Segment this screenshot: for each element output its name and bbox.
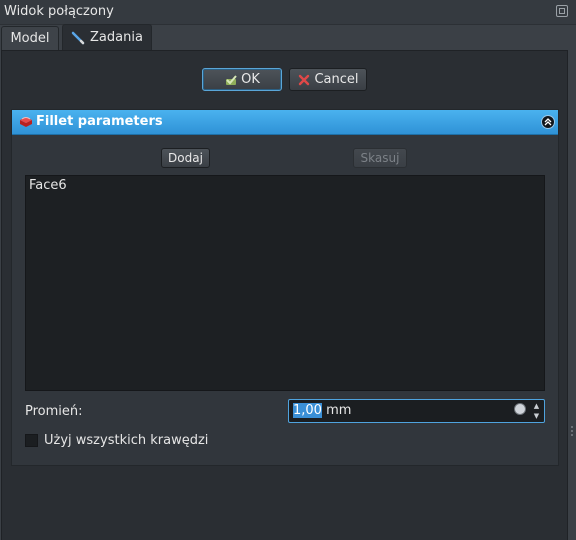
remove-button[interactable]: Skasuj [353,148,407,168]
spin-up-icon[interactable]: ▲ [530,401,543,411]
add-button[interactable]: Dodaj [161,148,210,168]
radius-unit: mm [326,403,352,418]
fillet-icon [20,117,32,127]
radius-value-text[interactable]: 1,00 mm [293,403,351,418]
tab-bar: Model Zadania [0,24,576,50]
tab-tasks-label: Zadania [90,30,143,45]
tab-model-label: Model [10,31,50,46]
add-button-label: Dodaj [168,151,203,165]
collapse-icon[interactable] [541,115,555,129]
tab-model[interactable]: Model [1,26,59,50]
list-item[interactable]: Face6 [29,178,67,193]
ok-button-label: OK [241,72,260,87]
spin-down-icon[interactable]: ▼ [530,411,543,421]
radius-label: Promień: [25,404,83,419]
splitter-handle[interactable] [571,426,574,440]
radius-value[interactable]: 1,00 [293,403,322,418]
radius-spinbox[interactable]: 1,00 mm ▲ ▼ [288,399,545,423]
cancel-button-label: Cancel [314,72,359,87]
spin-arrows[interactable]: ▲ ▼ [530,401,543,421]
tab-tasks[interactable]: Zadania [62,24,152,50]
fillet-parameters-header[interactable]: Fillet parameters [12,110,558,135]
expression-icon[interactable] [514,403,526,415]
use-all-edges-label: Użyj wszystkich krawędzi [44,433,209,448]
float-window-icon[interactable] [556,5,568,17]
window-titlebar: Widok połączony [0,0,576,25]
pencil-icon [71,31,85,44]
ok-check-icon [226,74,237,85]
remove-button-label: Skasuj [360,151,400,165]
window-title: Widok połączony [4,4,114,19]
use-all-edges-checkbox[interactable] [25,434,38,447]
fillet-parameters-title: Fillet parameters [36,114,163,129]
ok-button[interactable]: OK [202,68,282,91]
cancel-x-icon [299,74,310,85]
cancel-button[interactable]: Cancel [289,68,367,91]
face-list[interactable]: Face6 [25,175,545,391]
